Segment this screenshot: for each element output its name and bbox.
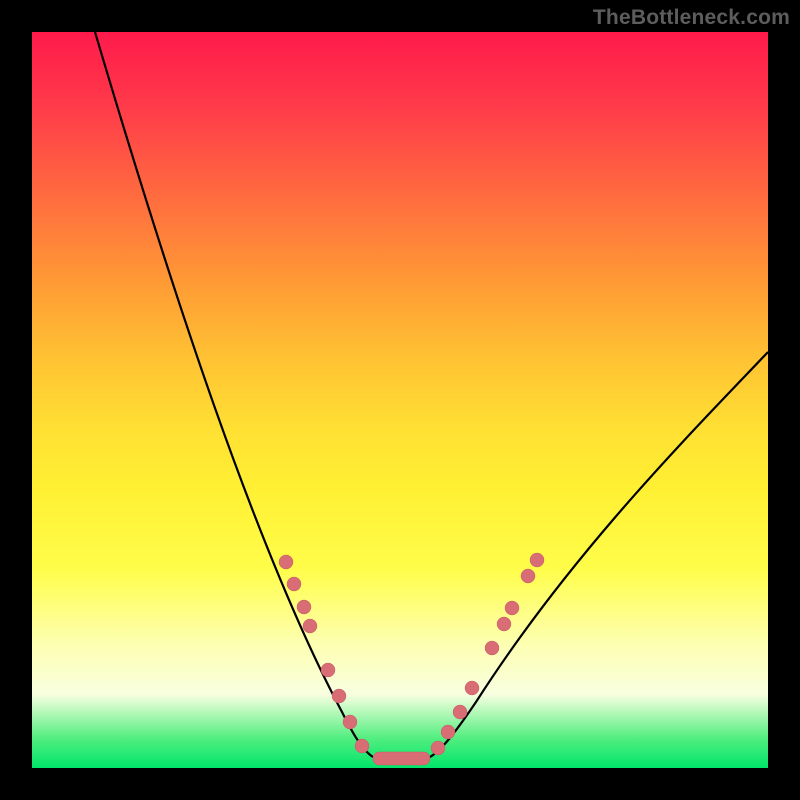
marker-right-0 bbox=[431, 741, 445, 755]
curve-left bbox=[95, 32, 373, 757]
chart-gradient-area bbox=[32, 32, 768, 768]
marker-right-7 bbox=[521, 569, 535, 583]
marker-right-3 bbox=[465, 681, 479, 695]
marker-left-2 bbox=[297, 600, 311, 614]
marker-left-6 bbox=[343, 715, 357, 729]
marker-right-5 bbox=[497, 617, 511, 631]
marker-right-2 bbox=[453, 705, 467, 719]
marker-right-1 bbox=[441, 725, 455, 739]
chart-svg bbox=[32, 32, 768, 768]
flat-bottom-bar bbox=[373, 752, 430, 765]
marker-left-5 bbox=[332, 689, 346, 703]
marker-left-0 bbox=[279, 555, 293, 569]
marker-left-7 bbox=[355, 739, 369, 753]
marker-right-4 bbox=[485, 641, 499, 655]
marker-left-1 bbox=[287, 577, 301, 591]
chart-frame: TheBottleneck.com bbox=[0, 0, 800, 800]
marker-left-4 bbox=[321, 663, 335, 677]
watermark-text: TheBottleneck.com bbox=[593, 6, 790, 30]
marker-right-6 bbox=[505, 601, 519, 615]
marker-left-3 bbox=[303, 619, 317, 633]
curve-right bbox=[430, 352, 768, 757]
marker-right-8 bbox=[530, 553, 544, 567]
